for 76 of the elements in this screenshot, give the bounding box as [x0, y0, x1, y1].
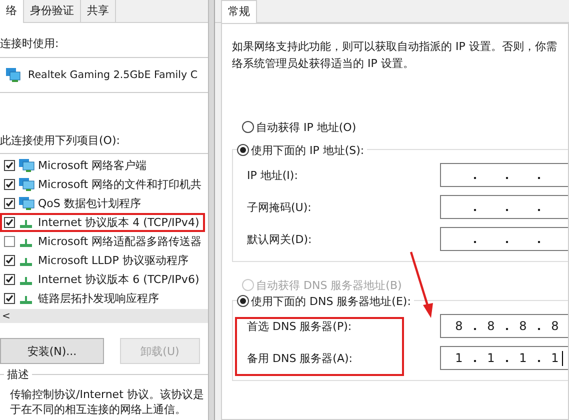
octet-separator: [506, 241, 508, 243]
octet-separator: [474, 360, 476, 362]
list-item-label: Internet 协议版本 6 (TCP/IPv6): [38, 272, 200, 287]
octet-separator: [538, 360, 540, 362]
octet-separator: [506, 209, 508, 211]
octet-separator: [474, 209, 476, 211]
group-title: 描述: [4, 367, 32, 382]
octet-separator: [506, 328, 508, 330]
octet-separator: [538, 209, 540, 211]
octet-value: 1: [518, 351, 528, 365]
checkbox[interactable]: [4, 255, 15, 266]
list-item-label: 链路层拓扑发现响应程序: [38, 291, 159, 306]
radio-button[interactable]: 使用下面的 DNS 服务器地址(E):: [237, 292, 414, 310]
section-label: 连接时使用:: [0, 36, 60, 51]
check-icon: [5, 275, 14, 284]
list-item-label: Microsoft 网络客户端: [38, 158, 147, 173]
intro-text: 如果网络支持此功能，则可以获取自动指派的 IP 设置。否则，你需: [232, 39, 557, 55]
description-text: 于在不同的相互连接的网络上通信。: [9, 402, 186, 417]
adapter-name: Realtek Gaming 2.5GbE Family C: [28, 69, 198, 81]
octet-separator: [538, 177, 540, 179]
checkbox[interactable]: [4, 179, 15, 190]
intro-text: 络系统管理员处获得适当的 IP 设置。: [232, 56, 414, 72]
horizontal-scrollbar[interactable]: <: [0, 309, 208, 323]
octet-separator: [474, 241, 476, 243]
checkbox[interactable]: [4, 160, 15, 171]
checkbox[interactable]: [4, 293, 15, 304]
ip-address-field[interactable]: 1 1 1 1: [440, 346, 568, 370]
scroll-left-button[interactable]: <: [0, 310, 10, 322]
field-label: 备用 DNS 服务器(A):: [247, 350, 352, 366]
tab[interactable]: 络: [0, 0, 24, 23]
ip-address-field[interactable]: [440, 227, 568, 251]
ip-address-field[interactable]: 8 8 8 8: [440, 314, 568, 338]
octet-separator: [538, 328, 540, 330]
list-item-label: Microsoft 网络的文件和打印机共: [38, 177, 202, 192]
octet-value: 8: [454, 319, 464, 333]
field-label: IP 地址(I):: [247, 168, 298, 182]
field-label: 子网掩码(U):: [247, 200, 312, 214]
octet-separator: [506, 177, 508, 179]
checkbox[interactable]: [4, 198, 15, 209]
check-icon: [5, 218, 14, 227]
list-item-label: Microsoft LLDP 协议驱动程序: [38, 253, 188, 268]
octet-separator: [506, 360, 508, 362]
field-label: 默认网关(D):: [247, 232, 312, 246]
octet-value: 1: [550, 351, 560, 365]
octet-value: 8: [518, 319, 528, 333]
check-icon: [5, 161, 14, 170]
octet-value: 8: [486, 319, 496, 333]
radio-button[interactable]: 使用下面的 IP 地址(S):: [237, 141, 368, 159]
check-icon: [5, 199, 14, 208]
computer-icon: [18, 158, 35, 173]
field-label: 首选 DNS 服务器(P):: [247, 318, 352, 334]
section-label: 此连接使用下列项目(O):: [0, 133, 121, 148]
octet-separator: [474, 177, 476, 179]
tab[interactable]: 常规: [221, 0, 257, 24]
description-text: 传输控制协议/Internet 协议。该协议是: [9, 387, 204, 402]
check-icon: [5, 256, 14, 265]
octet-value: 1: [486, 351, 496, 365]
octet-value: 1: [454, 351, 464, 365]
octet-separator: [538, 241, 540, 243]
check-icon: [5, 180, 14, 189]
checkbox[interactable]: [4, 217, 15, 228]
computer-icon: [18, 196, 35, 211]
install-button[interactable]: 安装(N)...: [0, 338, 104, 364]
octet-separator: [474, 328, 476, 330]
ip-address-field[interactable]: [440, 163, 568, 187]
list-item-label: QoS 数据包计划程序: [38, 196, 141, 211]
checkbox[interactable]: [4, 274, 15, 285]
computer-icon: [18, 177, 35, 192]
checkbox[interactable]: [4, 236, 15, 247]
list-item-label: Microsoft 网络适配器多路传送器: [38, 234, 202, 249]
octet-value: 8: [550, 319, 560, 333]
network-adapter-icon: [5, 67, 21, 83]
ip-address-field[interactable]: [440, 195, 568, 219]
list-item-label: Internet 协议版本 4 (TCP/IPv4): [38, 215, 200, 230]
highlighted-list-item[interactable]: Internet 协议版本 4 (TCP/IPv4): [0, 213, 205, 232]
check-icon: [5, 294, 14, 303]
